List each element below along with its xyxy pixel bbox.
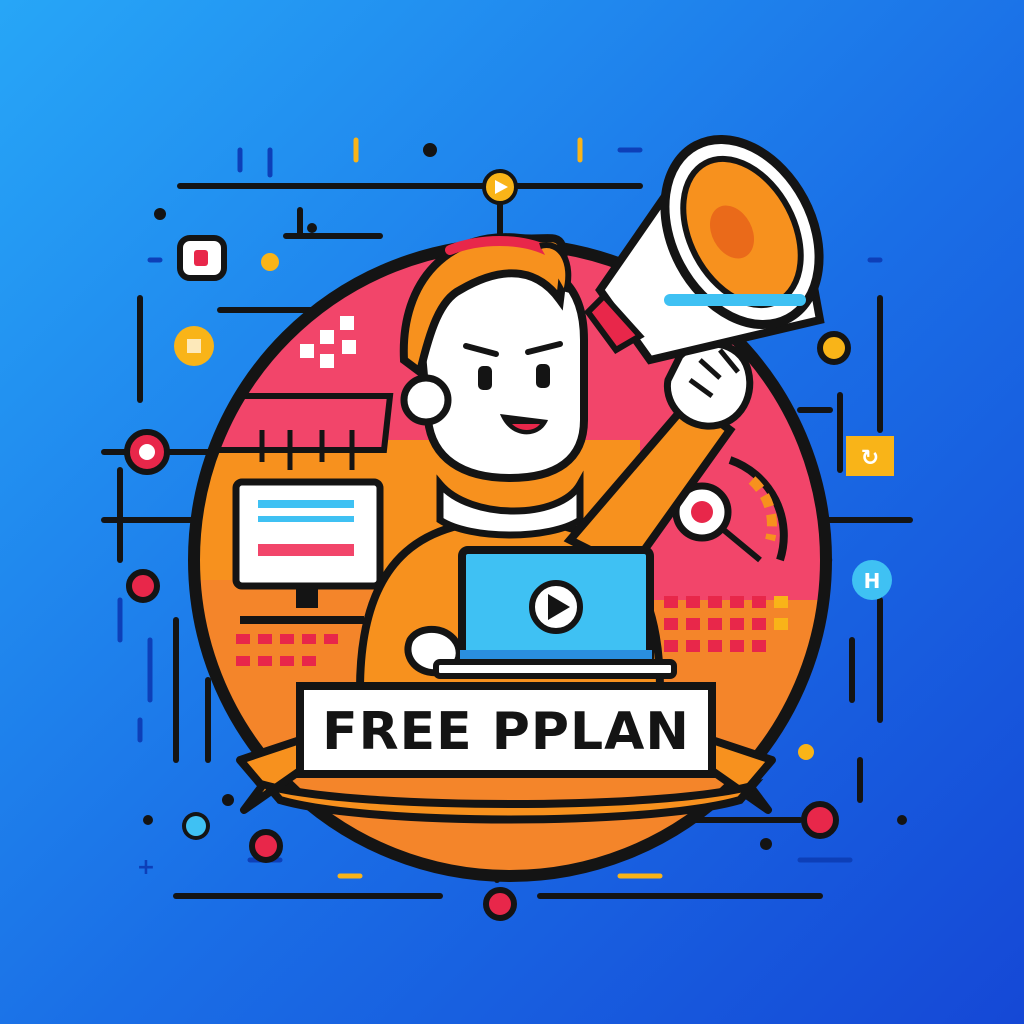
svg-text:+: + — [137, 855, 155, 880]
free-plan-illustration: ↻ H + FREE PPLAN — [0, 0, 1024, 1024]
illustration-canvas: ↻ H + FREE PPLAN — [0, 0, 1024, 1024]
banner-text: FREE PPLAN — [322, 702, 690, 762]
svg-text:↻: ↻ — [861, 446, 879, 471]
play-icon — [529, 580, 583, 634]
svg-text:H: H — [864, 569, 881, 593]
monitor-icon — [232, 478, 384, 608]
